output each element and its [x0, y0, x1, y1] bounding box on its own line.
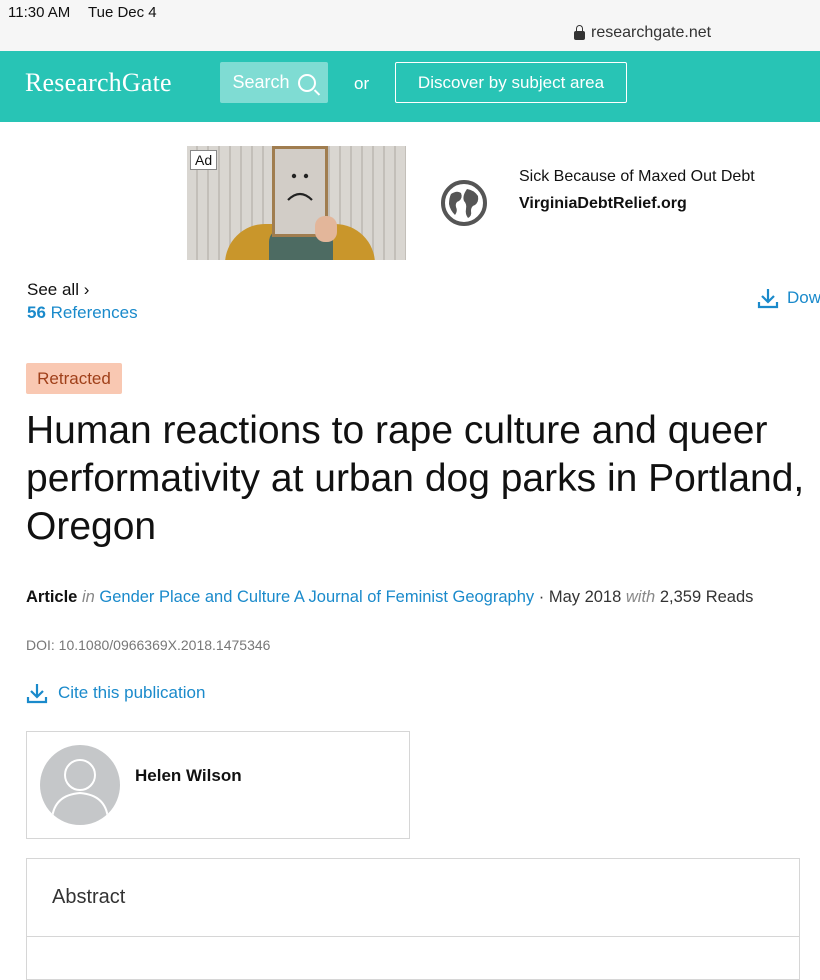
meta-separator: ·	[538, 588, 545, 606]
download-label: Dow	[787, 288, 820, 307]
retracted-badge: Retracted	[26, 363, 122, 394]
article-meta: Article in Gender Place and Culture A Jo…	[26, 586, 796, 609]
search-button-label: Search	[232, 72, 290, 92]
status-time: 11:30 AM	[8, 4, 71, 21]
ad-hand-shape	[315, 216, 337, 242]
status-bar: 11:30 AM Tue Dec 4 researchgate.net	[0, 0, 820, 51]
address-bar[interactable]: researchgate.net	[574, 24, 711, 42]
reads-count: 2,359 Reads	[659, 588, 754, 606]
cite-publication-button[interactable]: Cite this publication	[26, 682, 205, 704]
researchgate-logo[interactable]: ResearchGate	[25, 68, 172, 98]
status-date: Tue Dec 4	[88, 4, 157, 21]
article-title: Human reactions to rape culture and quee…	[26, 409, 805, 548]
abstract-section: Abstract	[26, 858, 800, 980]
publication-date: May 2018	[548, 588, 622, 606]
references-label: References	[50, 303, 138, 322]
abstract-heading: Abstract	[52, 886, 126, 908]
doi-text: DOI: 10.1080/0966369X.2018.1475346	[26, 637, 271, 653]
avatar[interactable]	[40, 745, 120, 825]
journal-link[interactable]: Gender Place and Culture A Journal of Fe…	[99, 588, 534, 606]
author-name[interactable]: Helen Wilson	[135, 766, 242, 786]
globe-icon	[441, 180, 487, 226]
default-avatar-icon	[51, 759, 109, 820]
download-button[interactable]: Dow	[757, 287, 820, 309]
with-word: with	[625, 588, 656, 606]
ad-domain[interactable]: VirginiaDebtRelief.org	[519, 195, 687, 213]
or-text: or	[354, 74, 370, 93]
see-all-link[interactable]: See all ›	[27, 280, 89, 300]
url-text: researchgate.net	[591, 24, 712, 41]
divider	[27, 936, 799, 937]
cite-label: Cite this publication	[58, 683, 206, 702]
ad-badge: Ad	[190, 150, 218, 170]
download-icon	[757, 289, 779, 309]
site-header: ResearchGate Search or Discover by subje…	[0, 51, 820, 122]
in-word: in	[81, 588, 95, 606]
discover-by-subject-button[interactable]: Discover by subject area	[395, 62, 627, 103]
download-icon	[26, 684, 48, 704]
ad-headline[interactable]: Sick Because of Maxed Out Debt	[519, 168, 755, 186]
references-link[interactable]: 56 References	[27, 303, 138, 323]
author-card[interactable]: Helen Wilson	[26, 731, 410, 839]
references-count: 56	[27, 303, 46, 322]
lock-icon	[574, 24, 585, 40]
article-type: Article	[26, 588, 78, 606]
search-icon	[297, 73, 316, 92]
ad-image[interactable]: Ad	[187, 146, 406, 260]
search-button[interactable]: Search	[220, 62, 328, 103]
